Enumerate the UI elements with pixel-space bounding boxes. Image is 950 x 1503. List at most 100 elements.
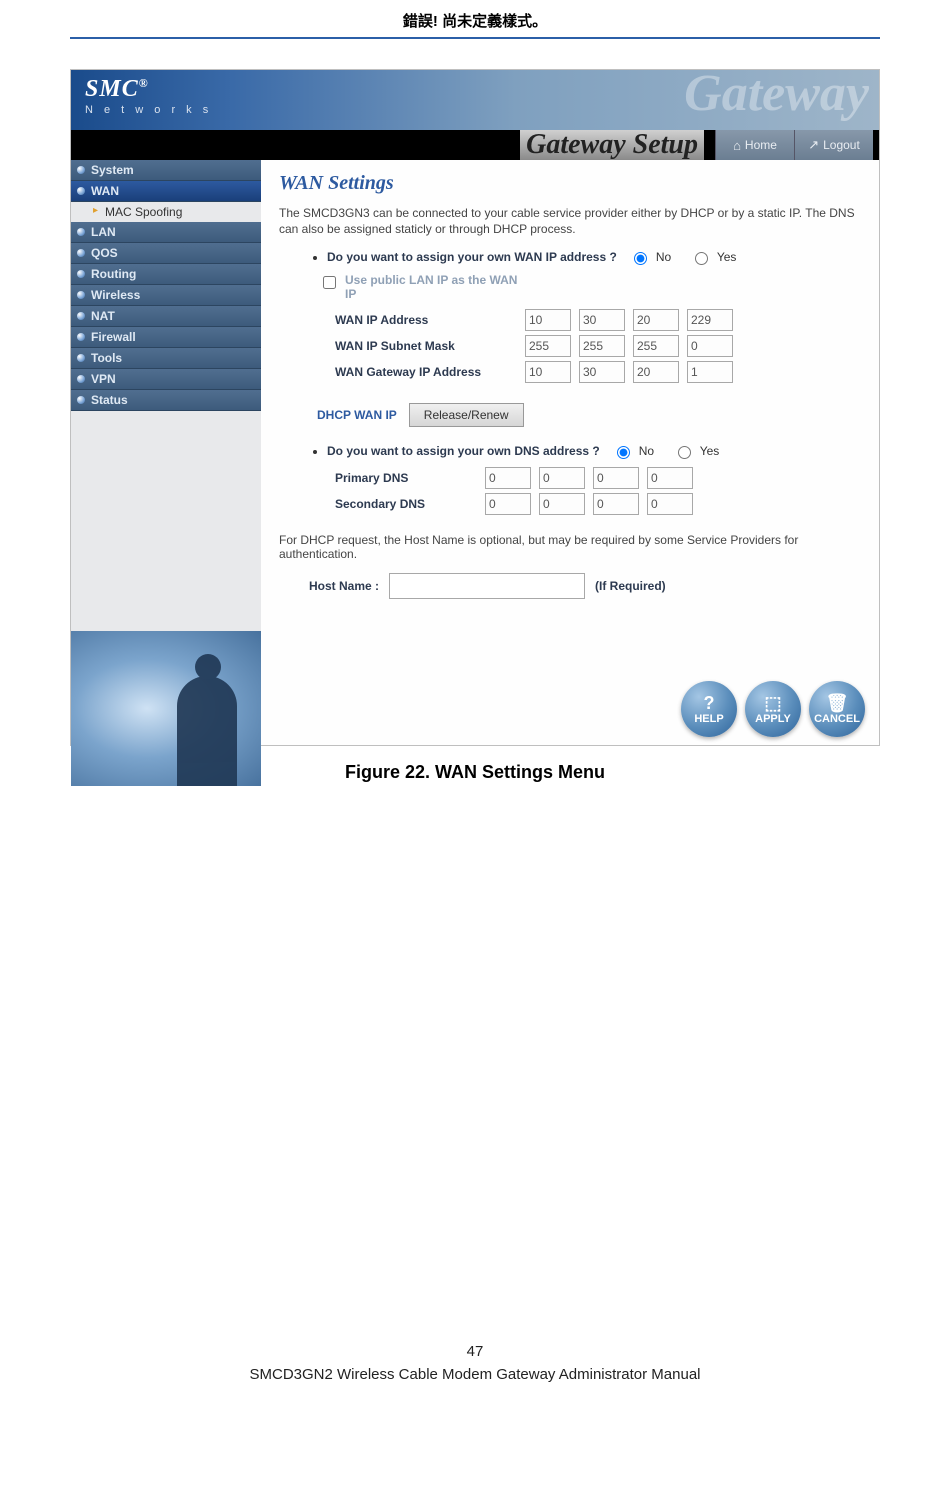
bullet-icon (77, 187, 85, 195)
sdns-2[interactable] (593, 493, 639, 515)
home-icon: ⌂ (733, 138, 741, 153)
sidebar-item-firewall[interactable]: Firewall (71, 327, 261, 348)
sidebar-item-vpn[interactable]: VPN (71, 369, 261, 390)
logout-label: Logout (823, 138, 860, 152)
radio-yes-label: Yes (717, 250, 737, 264)
sidebar-item-routing[interactable]: Routing (71, 264, 261, 285)
wan-ip-2[interactable] (633, 309, 679, 331)
radio-no-label: No (639, 444, 654, 458)
wan-ip-1[interactable] (579, 309, 625, 331)
bullet-icon (77, 228, 85, 236)
cancel-icon: 🗑 (826, 693, 849, 714)
sidebar-item-nat[interactable]: NAT (71, 306, 261, 327)
use-public-lan-label: Use public LAN IP as the WAN IP (345, 273, 529, 301)
bullet-icon (77, 396, 85, 404)
header-bar: Gateway Setup ⌂ Home ↗Logout (71, 130, 879, 160)
bullet-icon (77, 375, 85, 383)
secondary-dns-label: Secondary DNS (335, 497, 485, 511)
sdns-0[interactable] (485, 493, 531, 515)
bullet-icon (77, 270, 85, 278)
sidebar-item-tools[interactable]: Tools (71, 348, 261, 369)
bullet-icon (77, 312, 85, 320)
sdns-1[interactable] (539, 493, 585, 515)
wan-ip-question: Do you want to assign your own WAN IP ad… (327, 250, 617, 264)
wan-mask-3[interactable] (687, 335, 733, 357)
sdns-3[interactable] (647, 493, 693, 515)
cancel-button[interactable]: 🗑CANCEL (809, 681, 865, 737)
release-renew-button[interactable]: Release/Renew (409, 403, 524, 427)
sidebar-item-label: WAN (91, 184, 119, 198)
wan-gw-3[interactable] (687, 361, 733, 383)
radio-yes-label: Yes (700, 444, 720, 458)
bullet-icon (77, 291, 85, 299)
wan-ip-0[interactable] (525, 309, 571, 331)
wan-ip-no-radio[interactable] (634, 252, 647, 265)
header-rule (70, 37, 880, 39)
wan-gw-1[interactable] (579, 361, 625, 383)
dhcp-wan-ip-label: DHCP WAN IP (317, 408, 397, 422)
sidebar-item-qos[interactable]: QOS (71, 243, 261, 264)
content-title: WAN Settings (279, 172, 861, 195)
brand-sub: N e t w o r k s (85, 104, 212, 116)
brand-logo: SMC® (85, 76, 149, 103)
sidebar-item-lan[interactable]: LAN (71, 222, 261, 243)
banner-ghost-text: Gateway (684, 64, 869, 123)
sidebar-item-label: NAT (91, 309, 115, 323)
sidebar-item-label: QOS (91, 246, 118, 260)
dns-no-radio[interactable] (617, 446, 630, 459)
sidebar-item-system[interactable]: System (71, 160, 261, 181)
sidebar-item-label: Firewall (91, 330, 136, 344)
sidebar-item-label: LAN (91, 225, 116, 239)
home-label: Home (745, 138, 777, 152)
sidebar-item-label: Status (91, 393, 128, 407)
bullet-icon (77, 354, 85, 362)
dhcp-note: For DHCP request, the Host Name is optio… (279, 533, 861, 561)
host-name-input[interactable] (389, 573, 585, 599)
wan-mask-2[interactable] (633, 335, 679, 357)
help-label: HELP (694, 713, 723, 725)
use-public-lan-checkbox[interactable] (323, 276, 336, 289)
pdns-0[interactable] (485, 467, 531, 489)
sidebar-item-label: Routing (91, 267, 136, 281)
help-button[interactable]: ?HELP (681, 681, 737, 737)
help-icon: ? (704, 693, 715, 714)
wan-mask-0[interactable] (525, 335, 571, 357)
cancel-label: CANCEL (814, 713, 860, 725)
sidebar-item-wan[interactable]: WAN (71, 181, 261, 202)
home-button[interactable]: ⌂ Home (715, 130, 794, 160)
wan-gw-2[interactable] (633, 361, 679, 383)
bullet-icon (77, 166, 85, 174)
sidebar-item-label: Wireless (91, 288, 140, 302)
sidebar: System WAN MAC Spoofing LAN QOS Routing … (71, 160, 261, 745)
wan-mask-1[interactable] (579, 335, 625, 357)
host-name-label: Host Name : (309, 579, 379, 593)
apply-button[interactable]: ⬚APPLY (745, 681, 801, 737)
page-number: 47 (70, 1343, 880, 1360)
sidebar-item-label: Tools (91, 351, 122, 365)
pdns-2[interactable] (593, 467, 639, 489)
wan-gw-0[interactable] (525, 361, 571, 383)
wan-ip-3[interactable] (687, 309, 733, 331)
sidebar-item-status[interactable]: Status (71, 390, 261, 411)
sidebar-item-label: VPN (91, 372, 116, 386)
sidebar-sub-mac-spoofing[interactable]: MAC Spoofing (71, 202, 261, 222)
pdns-1[interactable] (539, 467, 585, 489)
dns-yes-radio[interactable] (678, 446, 691, 459)
apply-label: APPLY (755, 713, 791, 725)
content-description: The SMCD3GN3 can be connected to your ca… (279, 205, 861, 237)
dns-question: Do you want to assign your own DNS addre… (327, 444, 600, 458)
page-footer: 47 SMCD3GN2 Wireless Cable Modem Gateway… (70, 1343, 880, 1383)
sidebar-item-wireless[interactable]: Wireless (71, 285, 261, 306)
banner: SMC® N e t w o r k s Gateway (71, 70, 879, 130)
footer-text: SMCD3GN2 Wireless Cable Modem Gateway Ad… (70, 1366, 880, 1383)
primary-dns-label: Primary DNS (335, 471, 485, 485)
wan-mask-label: WAN IP Subnet Mask (335, 339, 525, 353)
page-title-banner: Gateway Setup (520, 130, 704, 160)
logout-button[interactable]: ↗Logout (794, 130, 873, 160)
sidebar-item-label: System (91, 163, 134, 177)
brand-logo-text: SMC (85, 76, 139, 102)
bullet-icon (77, 333, 85, 341)
wan-ip-yes-radio[interactable] (695, 252, 708, 265)
pdns-3[interactable] (647, 467, 693, 489)
wan-gw-label: WAN Gateway IP Address (335, 365, 525, 379)
